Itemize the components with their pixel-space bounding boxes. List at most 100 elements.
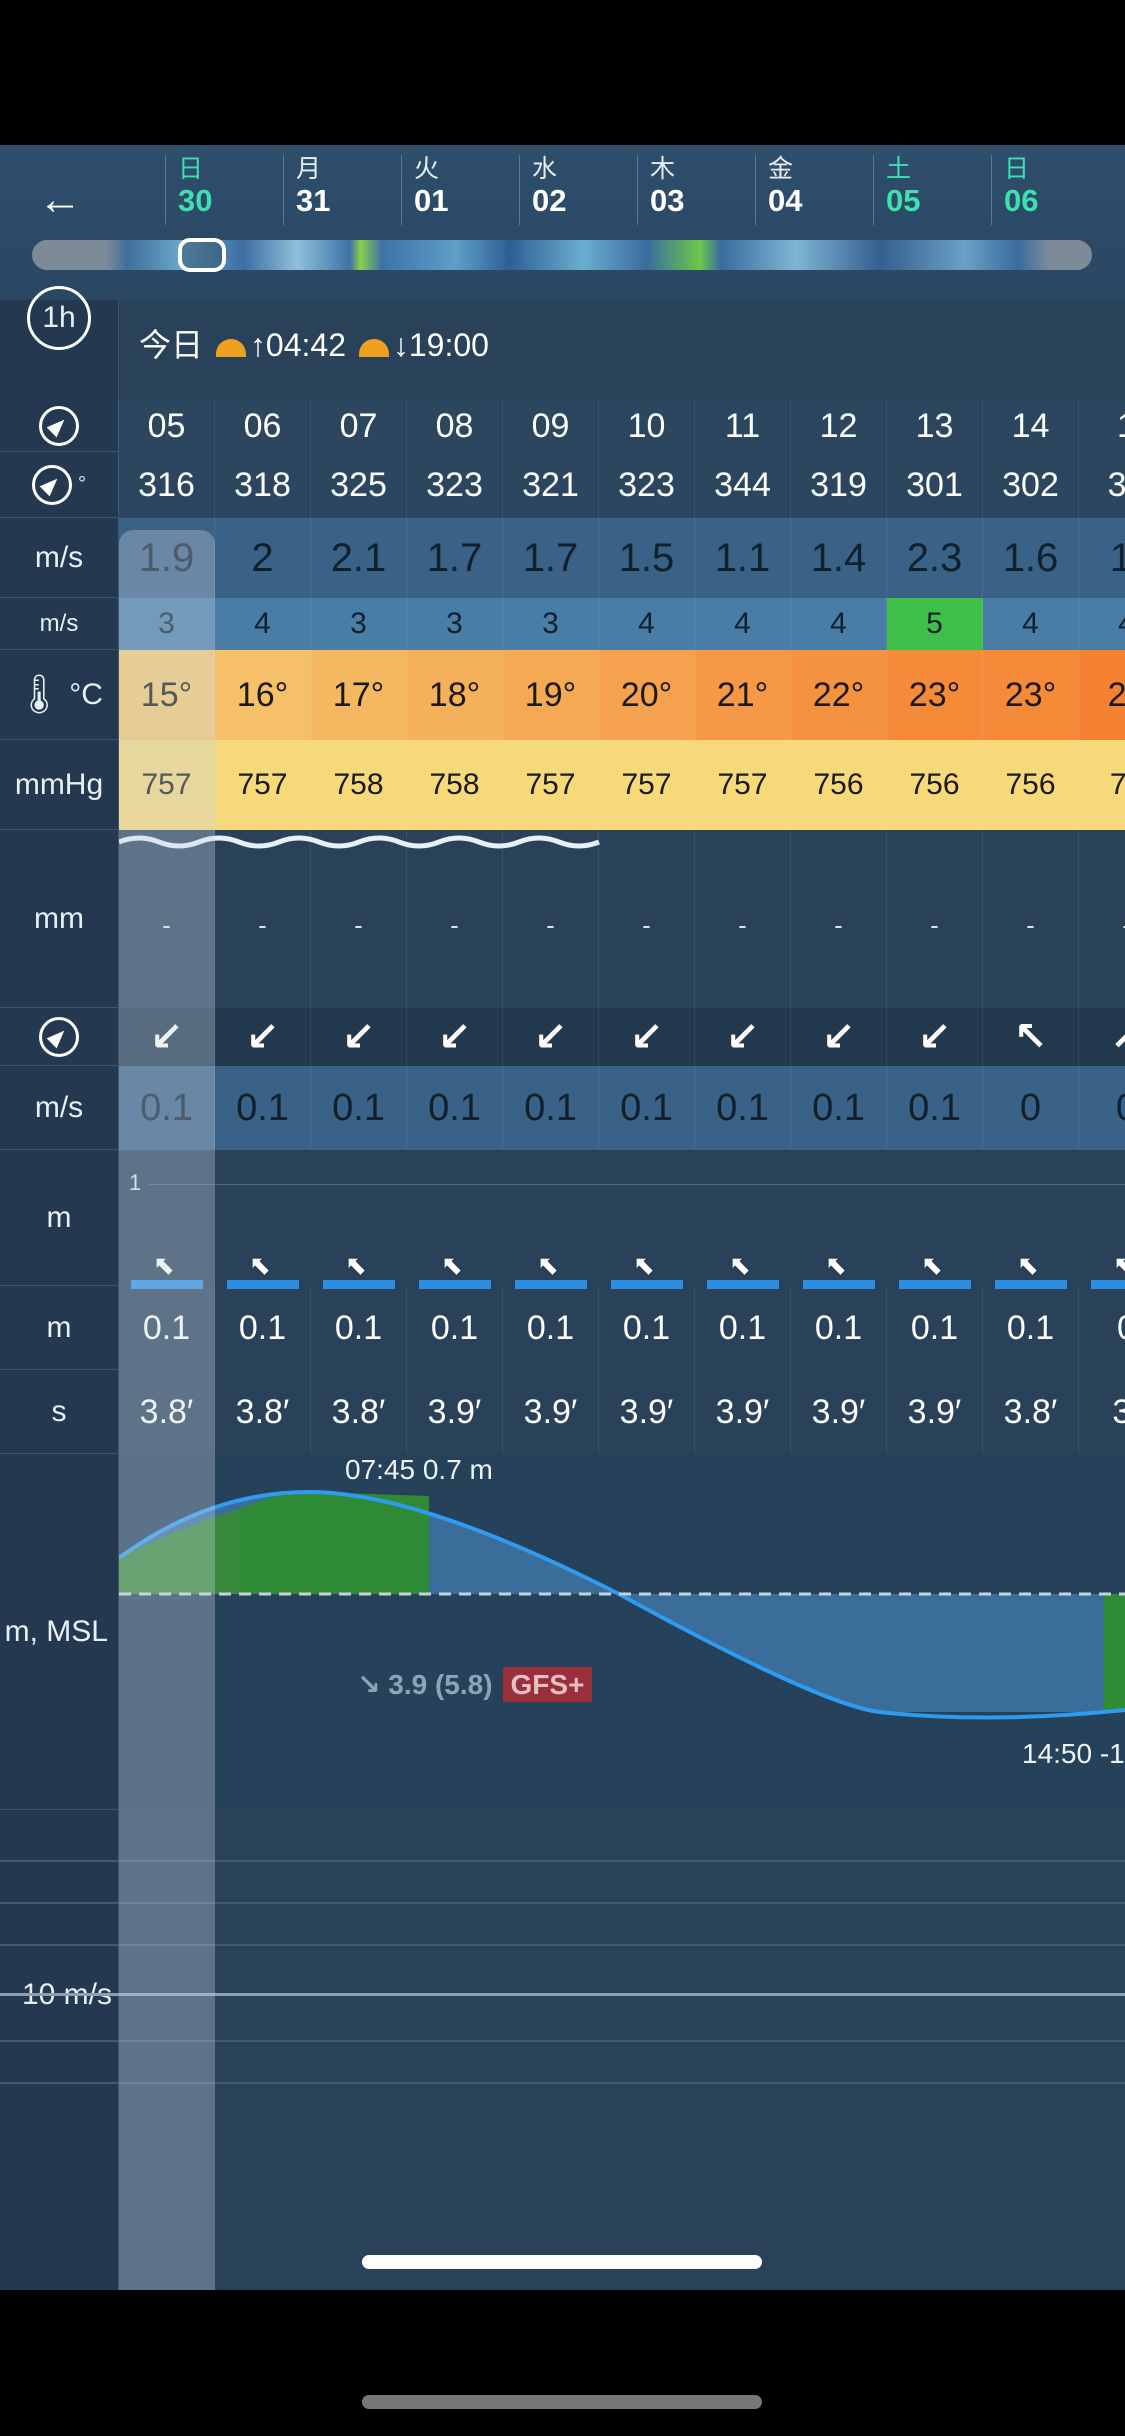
cell-cspd: 0.1 [695, 1066, 791, 1150]
cell-deg: 325 [311, 452, 407, 518]
cell-press: 758 [407, 740, 503, 830]
cell-wind: 1.7 [407, 518, 503, 598]
cell-wh: 0.1 [791, 1286, 887, 1370]
day-weekday: 日 [178, 155, 204, 183]
cell-hours: 10 [599, 400, 695, 452]
cell-gust: 3 [311, 598, 407, 650]
day-tab[interactable]: 月 31 [283, 155, 401, 225]
cell-wh: 0.1 [599, 1286, 695, 1370]
wave-direction-icon: ⬉ [249, 1250, 271, 1280]
wave-scale-line [149, 1184, 1125, 1185]
wind-gridline [0, 1902, 1125, 1904]
compass-icon [39, 1016, 79, 1057]
cell-wp: 3.9′ [791, 1370, 887, 1454]
home-indicator[interactable] [362, 2395, 762, 2409]
wave-period-row: 3.8′ 3.8′ 3.8′ 3.9′ 3.9′ 3.9′ 3.9′ 3.9′ 3.9′ 3.8′… [119, 1370, 1125, 1454]
cell-deg: 321 [503, 452, 599, 518]
wind-direction-label [0, 400, 118, 452]
cell-hours: 06 [215, 400, 311, 452]
cell-temp: 22° [791, 650, 887, 740]
forecast-grid[interactable]: 今日 ↑04:42 ↓19:00 050607080910111213141 3… [0, 300, 1125, 2290]
timeline-knob[interactable] [178, 238, 226, 272]
cell-precip: - [695, 830, 791, 1008]
cell-temp: 20° [599, 650, 695, 740]
cell-wp: 3.9′ [407, 1370, 503, 1454]
day-number: 05 [886, 183, 921, 218]
interval-circle[interactable]: 1h [27, 285, 91, 350]
day-number: 31 [296, 183, 331, 218]
cell-deg: 302 [983, 452, 1079, 518]
day-tab[interactable]: 日 30 [165, 155, 283, 225]
cell-cdir: ↙ [215, 1008, 311, 1066]
current-speed-label: m/s [0, 1066, 118, 1150]
cell-cdir: ↙ [407, 1008, 503, 1066]
cell-press: 756 [887, 740, 983, 830]
wave-direction-icon: ⬉ [537, 1250, 559, 1280]
cell-hours: 05 [119, 400, 215, 452]
home-indicator-inner [362, 2255, 762, 2269]
day-number: 06 [1004, 183, 1039, 218]
wave-direction-icon: ⬉ [1113, 1250, 1125, 1280]
precipitation-label: mm [0, 830, 118, 1008]
day-tab[interactable]: 金 04 [755, 155, 873, 225]
cell-cdir: ↙ [599, 1008, 695, 1066]
cell-wh: 0.1 [503, 1286, 599, 1370]
cell-deg: 301 [887, 452, 983, 518]
cell-press: 756 [791, 740, 887, 830]
cell-cdir: ↙ [311, 1008, 407, 1066]
wave-direction-icon: ⬉ [729, 1250, 751, 1280]
cell-press: 75 [1079, 740, 1125, 830]
day-tab[interactable]: 木 03 [637, 155, 755, 225]
cell-precip: - [311, 830, 407, 1008]
wave-direction-icon: ⬉ [153, 1250, 175, 1280]
day-tab[interactable]: 水 02 [519, 155, 637, 225]
cell-temp: 21° [695, 650, 791, 740]
cell-precip: - [119, 830, 215, 1008]
cell-wh: 0.1 [215, 1286, 311, 1370]
cell-deg: 323 [599, 452, 695, 518]
temperature-row: 15°16°17°18°19°20°21°22°23°23°24 [119, 650, 1125, 740]
back-button[interactable]: ← [38, 175, 88, 225]
wave-direction-icon: ⬉ [825, 1250, 847, 1280]
current-direction-label [0, 1008, 118, 1066]
cell-wp: 3.8′ [119, 1370, 215, 1454]
cell-temp: 23° [887, 650, 983, 740]
wind-10ms-line [0, 1993, 1125, 1996]
cell-cdir: ↙ [695, 1008, 791, 1066]
wave-height-label: m [0, 1286, 118, 1370]
cell-gust: 4 [599, 598, 695, 650]
cell-cdir: ↙ [503, 1008, 599, 1066]
cell-wind: 1.5 [599, 518, 695, 598]
sunset-icon [358, 338, 389, 357]
day-weekday: 日 [1004, 155, 1030, 183]
cell-cdir: ↙ [119, 1008, 215, 1066]
cell-temp: 18° [407, 650, 503, 740]
cell-wp: 3.9′ [599, 1370, 695, 1454]
day-tab[interactable]: 土 05 [873, 155, 991, 225]
day-weekday: 月 [296, 155, 322, 183]
day-tab[interactable]: 火 01 [401, 155, 519, 225]
cell-wind: 1.9 [119, 518, 215, 598]
cell-wind: 1.7 [503, 518, 599, 598]
cell-temp: 23° [983, 650, 1079, 740]
cell-gust: 4 [983, 598, 1079, 650]
day-weekday: 土 [886, 155, 912, 183]
compass-icon [39, 405, 79, 446]
day-tab[interactable]: 日 06 [991, 155, 1109, 225]
cell-gust: 3 [407, 598, 503, 650]
wave-direction-icon: ⬉ [633, 1250, 655, 1280]
cell-precip: - [887, 830, 983, 1008]
day-number: 03 [650, 183, 685, 218]
wind-gridline [0, 1860, 1125, 1862]
cell-temp: 17° [311, 650, 407, 740]
cell-hours: 09 [503, 400, 599, 452]
cell-temp: 15° [119, 650, 215, 740]
wind-gridline [0, 2082, 1125, 2084]
cell-wh: 0.1 [983, 1286, 1079, 1370]
cell-cspd: 0.1 [887, 1066, 983, 1150]
interval-toggle[interactable]: 1h [0, 285, 118, 350]
wave-height-row: 0.10.10.10.10.10.10.10.10.10.10 [119, 1286, 1125, 1370]
wave-scale-label: 1 [129, 1170, 142, 1195]
cell-gust: 4 [1079, 598, 1125, 650]
pressure-label: mmHg [0, 740, 118, 830]
